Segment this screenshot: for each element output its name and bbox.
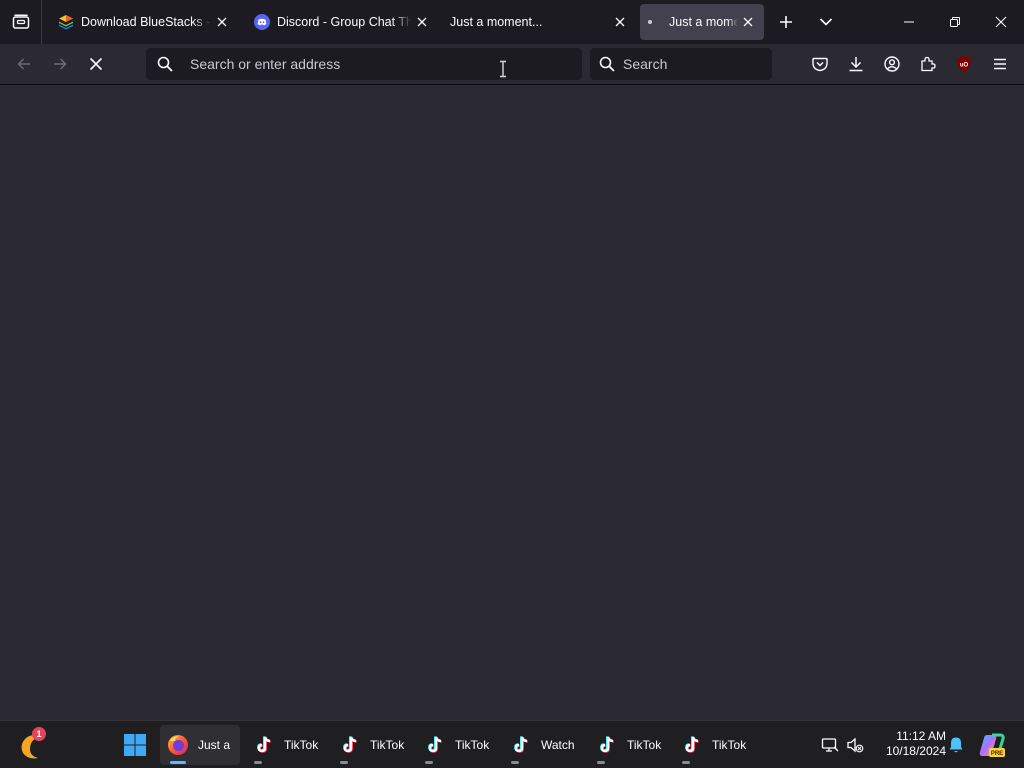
running-indicator — [511, 761, 519, 764]
running-indicator — [254, 761, 262, 764]
stop-loading-icon — [89, 57, 103, 71]
tab-title: Just a moment... — [669, 15, 738, 29]
clock-date: 10/18/2024 — [885, 744, 946, 758]
tab-strip: Download BlueStacks - App Player Discord… — [0, 0, 1024, 44]
taskbar-item-label: TikTok — [284, 738, 319, 752]
tiktok-icon — [338, 733, 362, 757]
loading-dot-icon — [648, 14, 652, 30]
navigation-toolbar: Search or enter address Search uO — [0, 44, 1024, 85]
plus-icon — [780, 16, 792, 28]
account-icon — [884, 56, 900, 72]
restore-button[interactable] — [932, 0, 978, 44]
taskbar-item-tiktok[interactable]: TikTok — [246, 725, 326, 765]
text-cursor-icon — [500, 60, 506, 78]
taskbar-item-tiktok[interactable]: TikTok — [332, 725, 412, 765]
tab-discord[interactable]: Discord - Group Chat That’s All Fun & Ga… — [242, 4, 438, 40]
back-arrow-icon — [17, 58, 30, 70]
search-icon — [599, 56, 617, 72]
tiktok-icon — [680, 733, 704, 757]
taskbar-item-firefox[interactable]: Just a — [160, 725, 240, 765]
notification-badge: 1 — [32, 727, 46, 741]
pocket-icon — [812, 57, 828, 72]
display-settings-icon[interactable] — [818, 733, 842, 757]
tab-close-icon[interactable] — [412, 12, 432, 32]
address-bar[interactable]: Search or enter address — [146, 48, 582, 80]
tab-title: Discord - Group Chat That’s All Fun & Ga… — [277, 15, 412, 29]
firefox-icon — [166, 733, 190, 757]
tab-just-a-moment[interactable]: Just a moment... — [438, 4, 636, 40]
minimize-button[interactable] — [886, 0, 932, 44]
tab-title: Just a moment... — [450, 15, 543, 29]
copilot-icon[interactable]: PRE — [978, 731, 1006, 759]
notifications-bell-icon[interactable] — [944, 733, 968, 757]
firefox-view-button[interactable] — [0, 0, 42, 44]
taskbar-item-tiktok[interactable]: TikTok — [417, 725, 497, 765]
start-button[interactable] — [118, 727, 152, 763]
close-icon — [995, 16, 1007, 28]
stop-button[interactable] — [80, 48, 112, 80]
taskbar-item-label: Just a — [198, 738, 231, 752]
tab-just-a-moment-active[interactable]: Just a moment... — [640, 4, 764, 40]
chevron-down-icon — [819, 18, 833, 26]
widgets-button[interactable]: 1 — [16, 727, 52, 763]
taskbar-item-label: TikTok — [712, 738, 747, 752]
extensions-icon — [921, 56, 936, 72]
new-tab-button[interactable] — [770, 6, 802, 38]
discord-icon — [254, 14, 270, 30]
back-button[interactable] — [8, 48, 40, 80]
close-window-button[interactable] — [978, 0, 1024, 44]
search-placeholder: Search — [623, 56, 668, 72]
windows-taskbar: 1 Just a TikTok TikTok TikTok Watch TikT… — [0, 720, 1024, 768]
taskbar-item-label: TikTok — [627, 738, 662, 752]
forward-arrow-icon — [54, 58, 67, 70]
tiktok-icon — [595, 733, 619, 757]
running-indicator — [340, 761, 348, 764]
menu-button[interactable] — [984, 48, 1016, 80]
restore-icon — [950, 17, 960, 27]
firefox-view-icon — [12, 14, 29, 29]
taskbar-item-tiktok-watch[interactable]: Watch — [503, 725, 583, 765]
svg-text:uO: uO — [960, 63, 969, 69]
downloads-button[interactable] — [840, 48, 872, 80]
search-icon — [157, 56, 175, 72]
taskbar-item-tiktok[interactable]: TikTok — [589, 725, 669, 765]
tiktok-icon — [423, 733, 447, 757]
running-indicator — [597, 761, 605, 764]
running-indicator — [682, 761, 690, 764]
menu-icon — [994, 58, 1006, 70]
svg-text:PRE: PRE — [991, 751, 1003, 757]
tab-close-icon[interactable] — [738, 12, 758, 32]
clock-time: 11:12 AM — [896, 729, 946, 743]
account-button[interactable] — [876, 48, 908, 80]
volume-muted-icon[interactable] — [843, 733, 867, 757]
tiktok-icon — [252, 733, 276, 757]
forward-button[interactable] — [44, 48, 76, 80]
tab-bluestacks[interactable]: Download BlueStacks - App Player — [46, 4, 238, 40]
system-clock[interactable]: 11:12 AM 10/18/2024 — [870, 729, 946, 761]
taskbar-item-label: Watch — [541, 738, 575, 752]
extensions-button[interactable] — [912, 48, 944, 80]
tab-close-icon[interactable] — [212, 12, 232, 32]
running-indicator — [170, 761, 186, 764]
taskbar-item-tiktok[interactable]: TikTok — [674, 725, 754, 765]
page-content-area[interactable] — [0, 85, 1024, 720]
tab-title: Download BlueStacks - App Player — [81, 15, 212, 29]
ublock-origin-button[interactable]: uO — [948, 48, 980, 80]
search-bar[interactable]: Search — [590, 48, 772, 80]
taskbar-item-label: TikTok — [370, 738, 405, 752]
tiktok-icon — [509, 733, 533, 757]
tab-close-icon[interactable] — [610, 12, 630, 32]
ublock-origin-icon: uO — [957, 56, 971, 72]
bluestacks-icon — [58, 14, 74, 30]
minimize-icon — [904, 21, 914, 23]
address-placeholder: Search or enter address — [190, 56, 341, 72]
running-indicator — [425, 761, 433, 764]
windows-icon — [124, 734, 146, 756]
downloads-icon — [849, 57, 863, 72]
taskbar-item-label: TikTok — [455, 738, 490, 752]
pocket-button[interactable] — [804, 48, 836, 80]
list-all-tabs-button[interactable] — [810, 6, 842, 38]
